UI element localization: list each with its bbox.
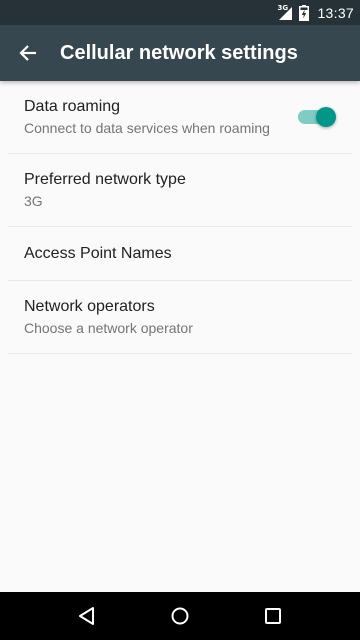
back-arrow-icon: [19, 45, 36, 61]
recents-square-icon: [265, 608, 282, 624]
settings-list: Data roaming Connect to data services wh…: [0, 81, 360, 354]
signal-icon: 3G: [277, 3, 293, 21]
data-roaming-toggle[interactable]: [298, 107, 336, 127]
pref-preferred-network-type[interactable]: Preferred network type 3G: [8, 154, 352, 227]
pref-summary: Connect to data services when roaming: [24, 120, 270, 136]
pref-title: Data roaming: [24, 98, 121, 115]
pref-data-roaming[interactable]: Data roaming Connect to data services wh…: [8, 81, 352, 154]
pref-access-point-names[interactable]: Access Point Names: [8, 227, 352, 281]
toggle-thumb: [316, 107, 336, 127]
pref-title: Access Point Names: [24, 244, 172, 262]
back-triangle-icon: [78, 607, 94, 625]
pref-summary: 3G: [24, 193, 43, 209]
app-bar: Cellular network settings: [0, 25, 360, 81]
pref-title: Network operators: [24, 298, 155, 315]
pref-title: Preferred network type: [24, 171, 186, 188]
status-time: 13:37: [317, 4, 354, 21]
page-title: Cellular network settings: [60, 41, 298, 64]
navigation-bar: [0, 592, 360, 640]
pref-summary: Choose a network operator: [24, 320, 193, 336]
nav-back-button[interactable]: [63, 592, 111, 640]
home-circle-icon: [171, 607, 189, 625]
battery-charging-icon: [299, 4, 310, 21]
nav-home-button[interactable]: [156, 592, 204, 640]
back-button[interactable]: [0, 25, 56, 81]
nav-recents-button[interactable]: [249, 592, 297, 640]
pref-network-operators[interactable]: Network operators Choose a network opera…: [8, 281, 352, 354]
status-bar: 3G 13:37: [0, 0, 360, 25]
network-type-label: 3G: [277, 3, 289, 12]
